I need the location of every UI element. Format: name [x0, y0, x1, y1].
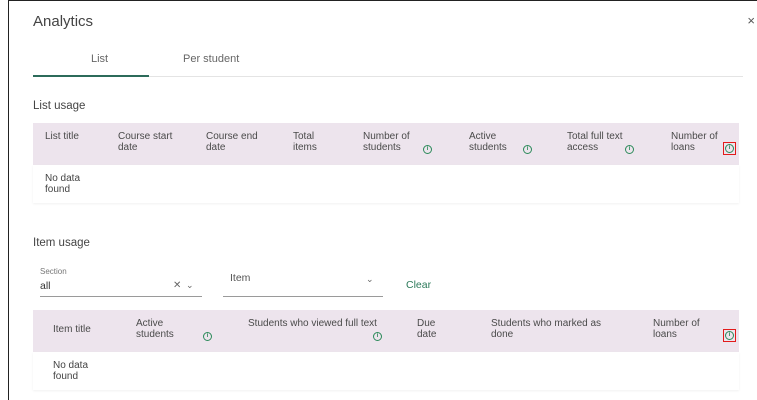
info-icon[interactable]: i — [423, 144, 432, 155]
close-icon[interactable]: × — [747, 14, 755, 27]
chevron-down-icon[interactable]: ⌄ — [186, 280, 194, 291]
col-course-end-date: Course end date — [206, 131, 258, 153]
list-usage-table: List title Course start date Course end … — [33, 123, 739, 203]
active-tab-indicator — [33, 75, 149, 77]
tab-bar: List Per student — [33, 45, 743, 77]
col-due-date: Due date — [417, 318, 437, 340]
info-icon[interactable]: i — [373, 331, 382, 342]
tab-per-student[interactable]: Per student — [183, 53, 239, 65]
info-icon[interactable]: i — [625, 144, 634, 155]
col-students-viewed-full-text: Students who viewed full text — [248, 318, 377, 329]
item-filter[interactable]: Item — [230, 272, 250, 284]
col-students-marked-done: Students who marked as done — [491, 318, 602, 340]
list-usage-heading: List usage — [33, 100, 86, 112]
col-number-of-loans: Number of loans — [653, 318, 700, 340]
clear-x-icon[interactable]: ✕ — [173, 280, 181, 291]
col-total-full-text-access: Total full text access — [567, 131, 623, 153]
clear-button[interactable]: Clear — [406, 279, 431, 291]
list-usage-header: List title Course start date Course end … — [33, 123, 739, 165]
item-filter-underline — [223, 296, 383, 297]
info-icon-highlighted[interactable]: i — [723, 142, 736, 155]
item-usage-heading: Item usage — [33, 237, 90, 249]
col-number-of-loans: Number of loans — [671, 131, 718, 153]
list-usage-body: No data found — [33, 165, 739, 203]
col-active-students: Active students — [469, 131, 507, 153]
item-usage-header: Item title Active students i Students wh… — [33, 310, 739, 352]
section-filter-underline — [40, 296, 202, 297]
info-icon[interactable]: i — [203, 331, 212, 342]
tab-list[interactable]: List — [91, 53, 108, 65]
chevron-down-icon[interactable]: ⌄ — [366, 274, 374, 285]
empty-state-text: No data found — [53, 360, 89, 382]
col-total-items: Total items — [293, 131, 317, 153]
section-filter-label: Section — [40, 267, 67, 276]
col-item-title: Item title — [53, 324, 91, 335]
analytics-dialog: Analytics List Per student List usage Li… — [8, 0, 757, 400]
col-number-of-students: Number of students — [363, 131, 410, 153]
empty-state-text: No data found — [45, 173, 81, 195]
col-active-students: Active students — [136, 318, 174, 340]
info-icon[interactable]: i — [523, 144, 532, 155]
item-usage-table: Item title Active students i Students wh… — [33, 310, 739, 390]
col-list-title: List title — [45, 131, 79, 142]
dialog-title: Analytics — [33, 13, 94, 30]
item-usage-body: No data found — [33, 352, 739, 390]
info-icon-highlighted[interactable]: i — [723, 329, 736, 342]
section-filter-value[interactable]: all — [40, 280, 51, 292]
col-course-start-date: Course start date — [118, 131, 173, 153]
